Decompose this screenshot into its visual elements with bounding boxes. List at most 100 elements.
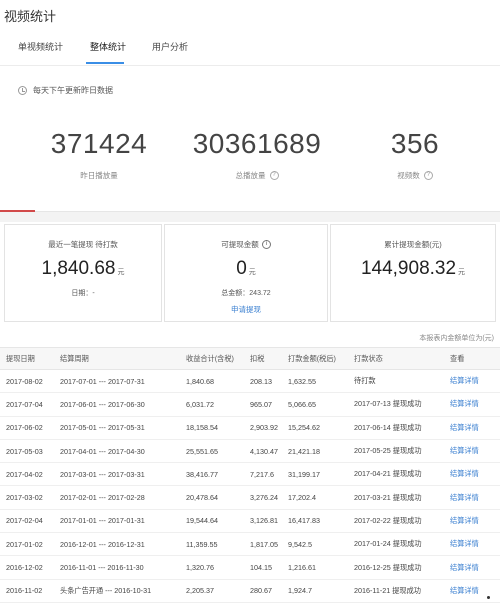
stat-yesterday-plays: 371424 昨日播放量	[24, 128, 174, 181]
table-header-row: 提现日期 结算周期 收益合计(含税) 扣税 打款金额(税后) 打款状态 查看	[0, 347, 500, 370]
settlement-detail-link[interactable]: 结算详情	[444, 416, 500, 440]
cell-status: 2017-03-21 提现成功	[348, 485, 444, 510]
cell-paid-amount: 1,632.55	[282, 369, 348, 394]
table-row: 2016-11-02 头条广告开通 --- 2016-10-31 2,205.37 2…	[0, 579, 500, 603]
cell-withdraw-date: 2017-07-04	[0, 392, 54, 417]
tab-bar: 单视频统计 整体统计 用户分析	[0, 36, 500, 66]
stat-label: 昨日播放量	[80, 171, 118, 180]
cell-income: 2,205.37	[180, 579, 244, 603]
card-title: 最近一笔提现 待打款	[48, 240, 118, 249]
unit-note: 本报表内金额单位为(元)	[419, 335, 494, 342]
settlement-detail-link[interactable]: 结算详情	[444, 462, 500, 487]
cell-period: 2016-12-01 --- 2016-12-31	[54, 532, 180, 557]
settlement-detail-link[interactable]: 结算详情	[444, 579, 500, 603]
apply-withdraw-link[interactable]: 申请提现	[165, 304, 327, 315]
cell-paid-amount: 17,202.4	[282, 485, 348, 510]
card-title: 可提现金额	[221, 240, 259, 249]
cell-status: 2016-11-21 提现成功	[348, 579, 444, 603]
withdrawal-table: 提现日期 结算周期 收益合计(含税) 扣税 打款金额(税后) 打款状态 查看 2…	[0, 347, 500, 603]
section-gap	[0, 212, 500, 222]
video-stats-page: 视频统计 单视频统计 整体统计 用户分析 每天下午更新昨日数据 371424 昨…	[0, 0, 500, 605]
table-row: 2017-07-04 2017-06-01 --- 2017-06-30 6,031…	[0, 392, 500, 417]
update-notice-text: 每天下午更新昨日数据	[33, 86, 113, 95]
stat-label: 总播放量	[235, 171, 266, 180]
table-row: 2017-04-02 2017-03-01 --- 2017-03-31 38,41…	[0, 462, 500, 487]
col-header: 结算周期	[54, 347, 180, 370]
cell-period: 2017-02-01 --- 2017-02-28	[54, 485, 180, 510]
table-row: 2017-05-03 2017-04-01 --- 2017-04-30 25,55…	[0, 439, 500, 464]
settlement-detail-link[interactable]: 结算详情	[444, 369, 500, 394]
tab-overall[interactable]: 整体统计	[90, 40, 126, 53]
cell-paid-amount: 5,066.65	[282, 392, 348, 417]
card-title: 累计提现金额(元)	[384, 240, 442, 249]
tab-single-video[interactable]: 单视频统计	[18, 40, 63, 53]
tab-user-analysis[interactable]: 用户分析	[152, 40, 188, 53]
cell-period: 2017-04-01 --- 2017-04-30	[54, 439, 180, 464]
cell-paid-amount: 1,216.61	[282, 555, 348, 580]
settlement-detail-link[interactable]: 结算详情	[444, 555, 500, 580]
cell-paid-amount: 15,254.62	[282, 416, 348, 440]
cell-period: 头条广告开通 --- 2016-10-31	[54, 579, 180, 603]
card-recent-withdrawal: 最近一笔提现 待打款 1,840.68 元 日期：-	[4, 224, 162, 322]
cell-withdraw-date: 2017-05-03	[0, 439, 54, 464]
cell-tax: 208.13	[244, 369, 282, 394]
cell-period: 2017-06-01 --- 2017-06-30	[54, 392, 180, 417]
cell-withdraw-date: 2016-11-02	[0, 579, 54, 603]
cell-withdraw-date: 2016-12-02	[0, 555, 54, 580]
cell-income: 38,416.77	[180, 462, 244, 487]
settlement-detail-link[interactable]: 结算详情	[444, 532, 500, 557]
card-total-amount: 总金额：243.72	[221, 290, 271, 297]
table-row: 2017-08-02 2017-07-01 --- 2017-07-31 1,840…	[0, 369, 500, 394]
cell-status: 2017-04-21 提现成功	[348, 462, 444, 487]
cell-income: 19,544.64	[180, 509, 244, 534]
cell-withdraw-date: 2017-06-02	[0, 416, 54, 440]
table-row: 2017-01-02 2016-12-01 --- 2016-12-31 11,35…	[0, 532, 500, 557]
cell-income: 25,551.65	[180, 439, 244, 464]
cell-period: 2017-05-01 --- 2017-05-31	[54, 416, 180, 440]
col-header: 打款状态	[348, 347, 444, 370]
cell-period: 2017-03-01 --- 2017-03-31	[54, 462, 180, 487]
cell-tax: 280.67	[244, 579, 282, 603]
card-total-withdrawn: 累计提现金额(元) 144,908.32 元	[330, 224, 496, 322]
help-icon[interactable]: ?	[269, 171, 279, 180]
page-title: 视频统计	[4, 9, 57, 24]
settlement-detail-link[interactable]: 结算详情	[444, 439, 500, 464]
stat-total-plays: 30361689 总播放量 ?	[182, 128, 332, 181]
card-amount: 0	[236, 258, 247, 279]
cell-status: 2017-02-22 提现成功	[348, 509, 444, 534]
cell-withdraw-date: 2017-02-04	[0, 509, 54, 534]
card-withdrawable: 可提现金额 i 0元 总金额：243.72 申请提现	[164, 224, 328, 322]
cell-paid-amount: 1,924.7	[282, 579, 348, 603]
clock-icon	[18, 86, 27, 95]
cell-status: 2016-12-25 提现成功	[348, 555, 444, 580]
cell-withdraw-date: 2017-03-02	[0, 485, 54, 510]
settlement-detail-link[interactable]: 结算详情	[444, 509, 500, 534]
help-icon[interactable]: ?	[423, 171, 433, 180]
stat-value: 356	[390, 128, 440, 159]
col-header: 扣税	[244, 347, 282, 370]
cell-tax: 7,217.6	[244, 462, 282, 487]
page-dot	[487, 596, 490, 599]
cell-income: 18,158.54	[180, 416, 244, 440]
col-header: 收益合计(含税)	[180, 347, 244, 370]
table-row: 2016-12-02 2016-11-01 --- 2016-11-30 1,320…	[0, 555, 500, 580]
settlement-detail-link[interactable]: 结算详情	[444, 392, 500, 417]
cell-income: 6,031.72	[180, 392, 244, 417]
cell-tax: 3,276.24	[244, 485, 282, 510]
cell-status: 2017-05-25 提现成功	[348, 439, 444, 464]
cell-paid-amount: 16,417.83	[282, 509, 348, 534]
table-row: 2017-03-02 2017-02-01 --- 2017-02-28 20,47…	[0, 485, 500, 510]
cell-paid-amount: 31,199.17	[282, 462, 348, 487]
stat-value: 30361689	[192, 128, 322, 159]
table-row: 2017-02-04 2017-01-01 --- 2017-01-31 19,54…	[0, 509, 500, 534]
cell-tax: 1,817.05	[244, 532, 282, 557]
cell-tax: 4,130.47	[244, 439, 282, 464]
card-amount: 144,908.32	[360, 258, 457, 279]
cell-tax: 2,903.92	[244, 416, 282, 440]
active-tab-indicator	[86, 62, 124, 64]
settlement-detail-link[interactable]: 结算详情	[444, 485, 500, 510]
card-unit: 元	[458, 269, 466, 276]
cell-status: 待打款	[348, 369, 444, 394]
info-icon[interactable]: i	[261, 240, 271, 249]
cell-period: 2016-11-01 --- 2016-11-30	[54, 555, 180, 580]
